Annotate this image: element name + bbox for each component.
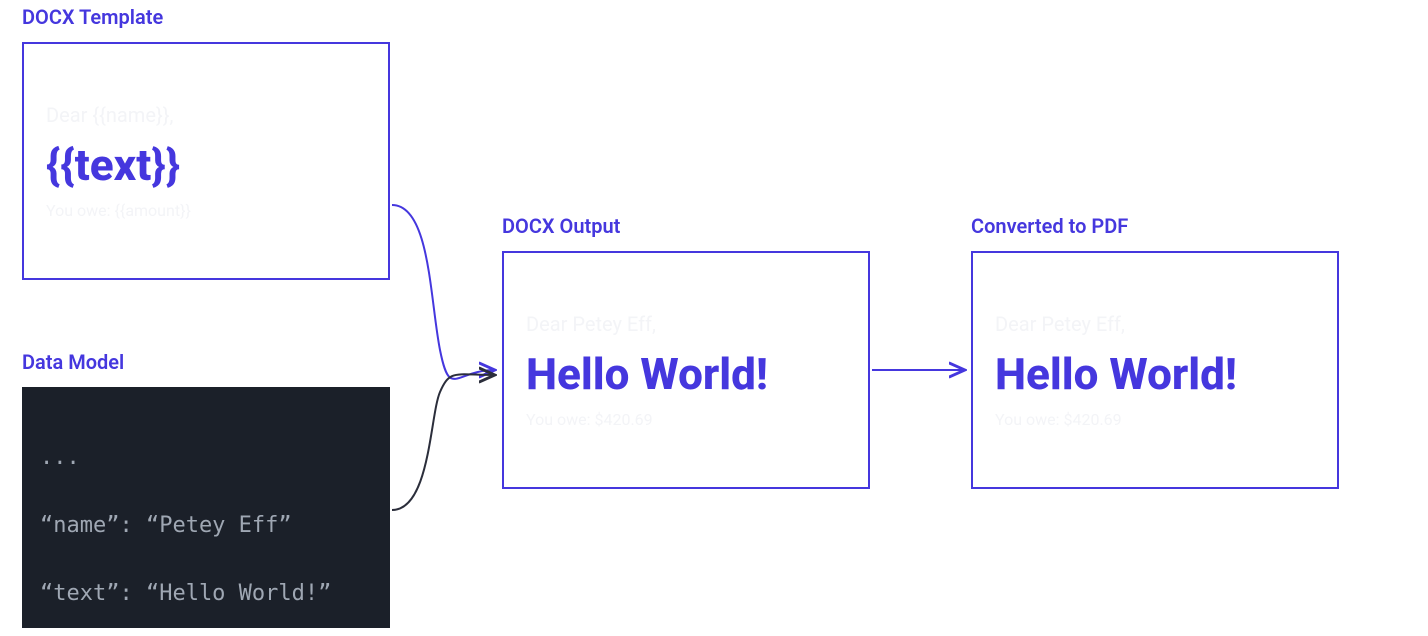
data-model-codebox: ... “name”: “Petey Eff” “text”: “Hello W… xyxy=(22,387,390,628)
docx-output-box: Dear Petey Eff, Hello World! You owe: $4… xyxy=(502,251,870,489)
label-data-model: Data Model xyxy=(22,350,124,374)
template-amount-line: You owe: {{amount}} xyxy=(46,201,366,220)
output-headline: Hello World! xyxy=(526,352,846,396)
data-model-line-1: “name”: “Petey Eff” xyxy=(40,513,292,538)
data-model-line-0: ... xyxy=(40,445,80,470)
pdf-headline: Hello World! xyxy=(995,352,1315,396)
output-amount-line: You owe: $420.69 xyxy=(526,410,846,429)
output-greeting: Dear Petey Eff, xyxy=(526,311,846,338)
pdf-amount-line: You owe: $420.69 xyxy=(995,410,1315,429)
diagram-canvas: DOCX Template Data Model DOCX Output Con… xyxy=(0,0,1428,636)
arrow-template-to-output xyxy=(392,205,495,379)
data-model-line-2: “text”: “Hello World!” xyxy=(40,581,331,606)
arrow-datamodel-to-output xyxy=(392,374,495,510)
template-headline-placeholder: {{text}} xyxy=(46,143,366,187)
label-converted-to-pdf: Converted to PDF xyxy=(971,214,1128,238)
template-greeting: Dear {{name}}, xyxy=(46,102,366,129)
label-docx-template: DOCX Template xyxy=(22,5,163,29)
pdf-output-box: Dear Petey Eff, Hello World! You owe: $4… xyxy=(971,251,1339,489)
label-docx-output: DOCX Output xyxy=(502,214,620,238)
pdf-greeting: Dear Petey Eff, xyxy=(995,311,1315,338)
docx-template-box: Dear {{name}}, {{text}} You owe: {{amoun… xyxy=(22,42,390,280)
